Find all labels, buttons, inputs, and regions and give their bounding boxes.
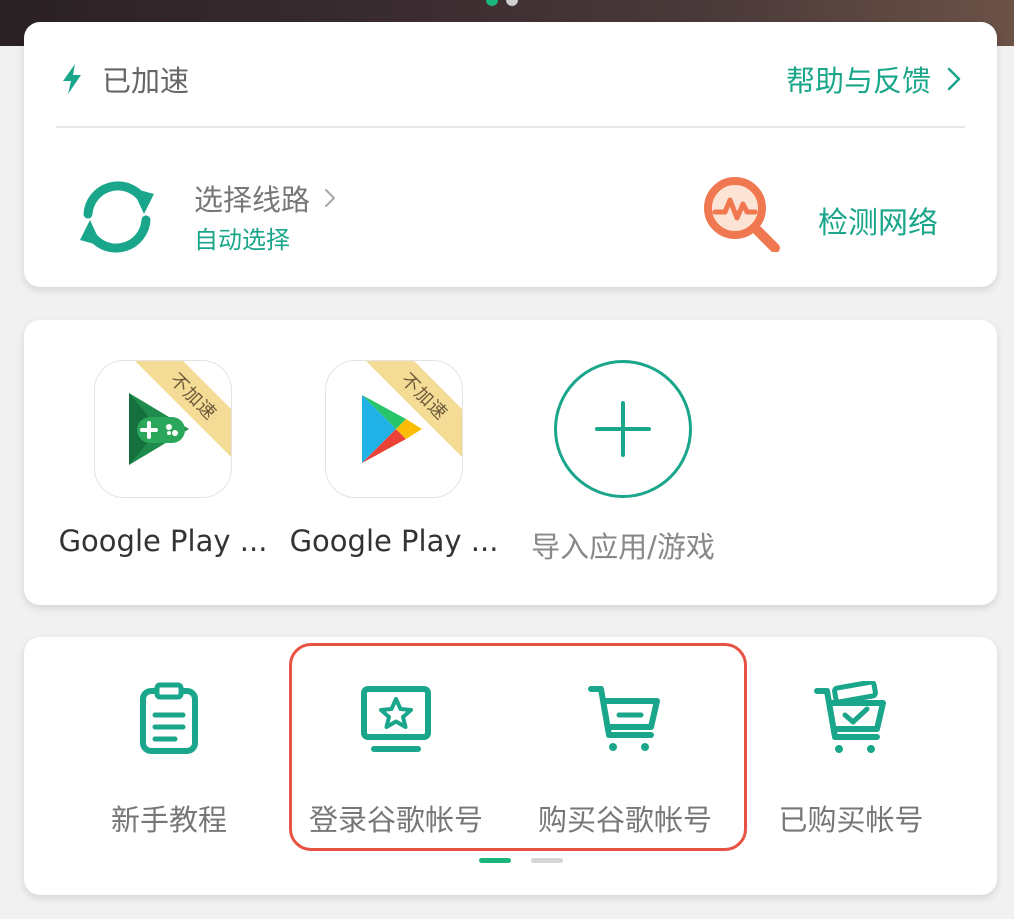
chevron-right-icon bbox=[325, 189, 336, 207]
apps-card: 不加速 Google Play ... 不加速 Google Play ... … bbox=[24, 320, 997, 605]
shortcut-pagination bbox=[479, 858, 563, 863]
highlight-box bbox=[289, 643, 747, 851]
app-label: Google Play ... bbox=[289, 524, 499, 558]
banner-dot-active bbox=[486, 0, 498, 6]
acceleration-status: 已加速 bbox=[60, 58, 189, 100]
add-icon bbox=[595, 401, 651, 457]
lightning-bolt-icon bbox=[63, 64, 81, 94]
chevron-right-icon bbox=[947, 67, 961, 91]
status-text: 已加速 bbox=[102, 64, 190, 98]
banner-pagination bbox=[486, 0, 518, 6]
add-circle[interactable] bbox=[554, 360, 692, 498]
shortcut-label: 已购买帐号 bbox=[778, 803, 924, 837]
app-label: Google Play ... bbox=[58, 524, 268, 558]
route-mode[interactable]: 自动选择 bbox=[194, 220, 290, 255]
app-tile[interactable]: 不加速 bbox=[94, 360, 232, 498]
network-check-icon[interactable] bbox=[699, 172, 785, 252]
shortcut-tutorial[interactable]: 新手教程 bbox=[54, 681, 284, 839]
cart-check-icon bbox=[814, 681, 886, 753]
route-selector[interactable]: 选择线路 bbox=[194, 177, 336, 219]
network-check-label[interactable]: 检测网络 bbox=[818, 198, 938, 242]
import-app-label: 导入应用/游戏 bbox=[531, 530, 715, 564]
app-item-google-play-games[interactable]: 不加速 Google Play ... bbox=[48, 360, 278, 558]
app-tile[interactable]: 不加速 bbox=[325, 360, 463, 498]
divider bbox=[56, 126, 965, 128]
shortcut-purchased-accounts[interactable]: 已购买帐号 bbox=[736, 681, 966, 839]
acceleration-card: 已加速 帮助与反馈 选择线路 自动选择 检测网络 bbox=[24, 22, 997, 287]
banner-dot bbox=[506, 0, 518, 6]
app-item-google-play-store[interactable]: 不加速 Google Play ... bbox=[279, 360, 509, 558]
clipboard-icon bbox=[140, 682, 198, 754]
import-app-button[interactable]: 导入应用/游戏 bbox=[508, 360, 738, 566]
help-feedback-label: 帮助与反馈 bbox=[785, 64, 931, 98]
route-title: 选择线路 bbox=[194, 183, 311, 217]
refresh-icon[interactable] bbox=[72, 172, 162, 262]
help-feedback-link[interactable]: 帮助与反馈 bbox=[786, 58, 961, 100]
shortcut-label: 新手教程 bbox=[110, 803, 227, 837]
page-indicator-active bbox=[479, 858, 511, 863]
page-indicator bbox=[531, 858, 563, 863]
